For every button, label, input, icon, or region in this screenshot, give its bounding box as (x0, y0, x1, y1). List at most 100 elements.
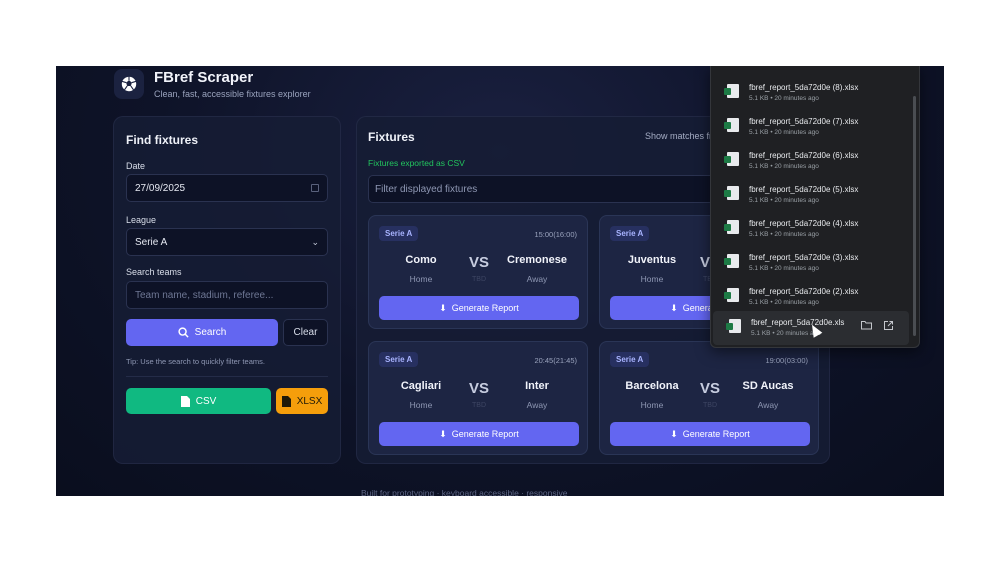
tbd-label: TBD (472, 276, 486, 283)
download-icon: ⬇ (439, 302, 447, 313)
search-teams-label: Search teams (126, 267, 182, 277)
league-badge: Serie A (610, 352, 650, 367)
fixture-card: Serie A 15:00(16:00) Como VS Cremonese H… (368, 215, 588, 329)
xlsx-export-button[interactable]: XLSX (276, 388, 328, 414)
fixture-card: Serie A 19:00(03:00) Barcelona VS SD Auc… (599, 341, 819, 455)
download-item[interactable]: fbref_report_5da72d0e (3).xlsx 5.1 KB • … (711, 246, 909, 280)
download-icon: ⬇ (439, 428, 447, 439)
home-label: Home (409, 274, 433, 284)
divider (126, 376, 328, 377)
search-tip: Tip: Use the search to quickly filter te… (126, 357, 265, 366)
away-team: Cremonese (507, 254, 567, 266)
tbd-label: TBD (703, 402, 717, 409)
league-select[interactable]: Serie A ⌄ (126, 228, 328, 256)
generate-report-button[interactable]: ⬇ Generate Report (379, 296, 579, 320)
league-badge: Serie A (610, 226, 650, 241)
download-filename: fbref_report_5da72d0e (5).xlsx (749, 185, 859, 194)
app-subtitle: Clean, fast, accessible fixtures explore… (154, 89, 311, 99)
excel-file-icon (726, 319, 741, 333)
date-label: Date (126, 161, 146, 171)
csv-button-label: CSV (195, 395, 217, 407)
generate-report-label: Generate Report (451, 303, 519, 313)
search-input[interactable]: Team name, stadium, referee... (126, 281, 328, 309)
xlsx-button-label: XLSX (296, 395, 323, 407)
league-label: League (126, 215, 157, 225)
downloads-panel: fbref_report_5da72d0e (8).xlsx 5.1 KB • … (710, 66, 920, 348)
home-team: Como (405, 254, 437, 266)
away-label: Away (757, 400, 779, 410)
filter-placeholder: Filter displayed fixtures (375, 183, 478, 195)
download-meta: 5.1 KB • 20 minutes ago (749, 163, 819, 170)
file-icon (180, 395, 190, 407)
generate-report-button[interactable]: ⬇ Generate Report (610, 422, 810, 446)
excel-file-icon (724, 84, 739, 98)
app-title: FBref Scraper (154, 69, 254, 86)
download-meta: 5.1 KB • 20 minutes ago (749, 231, 819, 238)
download-meta: 5.1 KB • 20 minutes ago (749, 129, 819, 136)
excel-file-icon (724, 254, 739, 268)
export-status: Fixtures exported as CSV (368, 158, 465, 168)
calendar-icon[interactable] (311, 184, 319, 192)
league-value: Serie A (135, 236, 168, 248)
app-window: FBref Scraper Clean, fast, accessible fi… (56, 66, 944, 496)
download-filename: fbref_report_5da72d0e (2).xlsx (749, 287, 859, 296)
vs-label: VS (468, 380, 489, 397)
find-fixtures-title: Find fixtures (126, 133, 199, 147)
show-matches-label: Show matches fr (645, 131, 713, 141)
date-value: 27/09/2025 (135, 182, 186, 194)
download-item[interactable]: fbref_report_5da72d0e (4).xlsx 5.1 KB • … (711, 212, 909, 246)
footer-text: Built for prototyping · keyboard accessi… (361, 488, 568, 496)
excel-file-icon (724, 118, 739, 132)
home-label: Home (409, 400, 433, 410)
download-item[interactable]: fbref_report_5da72d0e (7).xlsx 5.1 KB • … (711, 110, 909, 144)
clear-button[interactable]: Clear (283, 319, 328, 346)
kickoff-time: 20:45(21:45) (534, 356, 577, 365)
search-button-label: Search (194, 327, 227, 338)
download-item[interactable]: fbref_report_5da72d0e (2).xlsx 5.1 KB • … (711, 280, 909, 314)
clear-button-label: Clear (293, 327, 318, 338)
kickoff-time: 15:00(16:00) (534, 230, 577, 239)
away-label: Away (526, 274, 548, 284)
fixture-card: Serie A 20:45(21:45) Cagliari VS Inter H… (368, 341, 588, 455)
away-team: SD Aucas (742, 380, 794, 392)
download-meta: 5.1 KB • 20 minutes ago (749, 299, 819, 306)
home-label: Home (640, 274, 664, 284)
excel-file-icon (724, 220, 739, 234)
find-fixtures-panel: Find fixtures Date 27/09/2025 League Ser… (113, 116, 341, 464)
league-badge: Serie A (379, 352, 419, 367)
excel-file-icon (724, 288, 739, 302)
home-team: Barcelona (625, 380, 679, 392)
excel-file-icon (724, 186, 739, 200)
csv-export-button[interactable]: CSV (126, 388, 271, 414)
home-team: Cagliari (400, 380, 442, 392)
home-team: Juventus (627, 254, 677, 266)
search-button[interactable]: Search (126, 319, 278, 346)
away-label: Away (526, 400, 548, 410)
date-input[interactable]: 27/09/2025 (126, 174, 328, 202)
download-item[interactable]: fbref_report_5da72d0e (6).xlsx 5.1 KB • … (711, 144, 909, 178)
download-item[interactable]: fbref_report_5da72d0e (5).xlsx 5.1 KB • … (711, 178, 909, 212)
open-external-icon[interactable] (883, 320, 894, 331)
file-icon (281, 395, 291, 407)
search-placeholder: Team name, stadium, referee... (135, 289, 274, 301)
download-meta: 5.1 KB • 20 minutes ago (749, 95, 819, 102)
vs-label: VS (699, 380, 720, 397)
download-meta: 5.1 KB • 20 minutes ago (749, 197, 819, 204)
fixtures-title: Fixtures (368, 130, 415, 144)
folder-icon[interactable] (861, 320, 872, 331)
scrollbar[interactable] (913, 96, 916, 336)
download-meta: 5.1 KB • 20 minutes ago (749, 265, 819, 272)
download-icon: ⬇ (670, 428, 678, 439)
league-badge: Serie A (379, 226, 419, 241)
generate-report-button[interactable]: ⬇ Generate Report (379, 422, 579, 446)
download-icon: ⬇ (670, 302, 678, 313)
download-item[interactable]: fbref_report_5da72d0e (8).xlsx 5.1 KB • … (711, 76, 909, 110)
generate-report-label: Generate Report (451, 429, 519, 439)
download-filename: fbref_report_5da72d0e.xls (751, 318, 845, 327)
download-filename: fbref_report_5da72d0e (6).xlsx (749, 151, 859, 160)
vs-label: VS (468, 254, 489, 271)
tbd-label: TBD (472, 402, 486, 409)
away-team: Inter (525, 380, 549, 392)
download-filename: fbref_report_5da72d0e (7).xlsx (749, 117, 859, 126)
search-icon (178, 327, 189, 338)
